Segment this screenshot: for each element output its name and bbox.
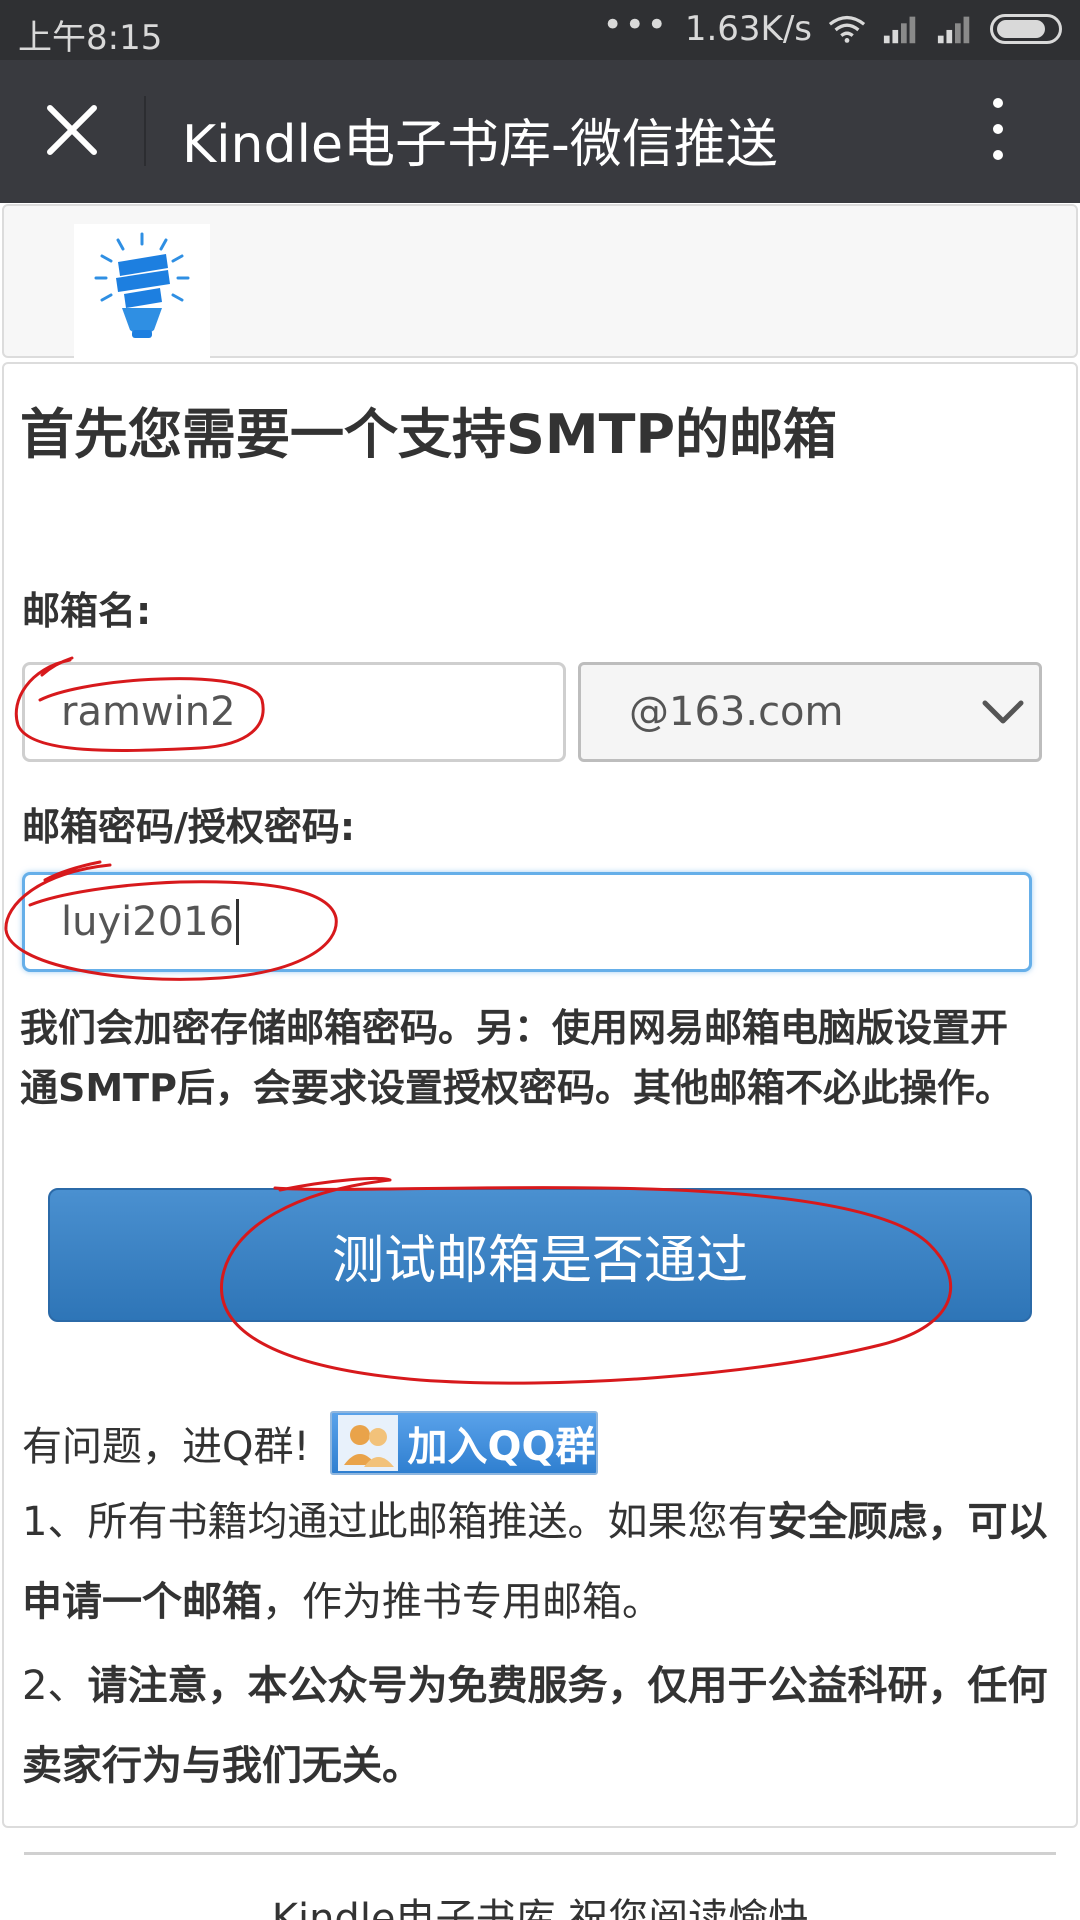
test-email-button[interactable]: 测试邮箱是否通过 bbox=[48, 1188, 1032, 1322]
password-label: 邮箱密码/授权密码: bbox=[22, 805, 356, 849]
footer-text: Kindle电子书库 祝您阅读愉快 bbox=[271, 1896, 809, 1920]
header-card bbox=[2, 204, 1078, 358]
status-time: 上午8:15 bbox=[18, 18, 163, 58]
more-menu-icon[interactable] bbox=[980, 98, 1016, 164]
join-qq-group-button[interactable]: 加入QQ群 bbox=[329, 1411, 598, 1475]
status-icons: ••• 1.63K/s bbox=[603, 5, 1062, 49]
note-2-prefix: 2、 bbox=[22, 1663, 88, 1709]
note-2: 2、请注意，本公众号为免费服务，仅用于公益科研，任何卖家行为与我们无关。 bbox=[22, 1646, 1062, 1806]
title-bar: Kindle电子书库-微信推送 bbox=[0, 60, 1080, 203]
note-1-prefix: 1、所有书籍均通过此邮箱推送。如果您有 bbox=[22, 1499, 768, 1545]
help-text: 我们会加密存储邮箱密码。另：使用网易邮箱电脑版设置开通SMTP后，会要求设置授权… bbox=[20, 1006, 1013, 1110]
password-input[interactable]: luyi2016 bbox=[22, 872, 1032, 972]
email-domain-value: @163.com bbox=[629, 689, 844, 735]
footer-divider bbox=[24, 1852, 1056, 1855]
note-1: 1、所有书籍均通过此邮箱推送。如果您有安全顾虑，可以申请一个邮箱，作为推书专用邮… bbox=[22, 1482, 1062, 1642]
email-name-value: ramwin2 bbox=[61, 689, 236, 735]
more-notifications-icon: ••• bbox=[602, 5, 669, 45]
group-users-icon bbox=[337, 1415, 398, 1471]
battery-icon bbox=[990, 14, 1062, 44]
chevron-down-icon bbox=[982, 700, 1024, 724]
signal-icon-2 bbox=[937, 16, 970, 44]
email-label: 邮箱名: bbox=[22, 589, 152, 633]
page-title: Kindle电子书库-微信推送 bbox=[182, 115, 778, 175]
title-separator bbox=[144, 96, 146, 166]
qq-prompt: 有问题，进Q群! bbox=[22, 1424, 310, 1470]
network-speed: 1.63K/s bbox=[684, 9, 812, 49]
note-1-suffix: ，作为推书专用邮箱。 bbox=[262, 1579, 662, 1625]
join-qq-group-label: 加入QQ群 bbox=[407, 1424, 596, 1470]
status-bar: 上午8:15 ••• 1.63K/s bbox=[0, 0, 1080, 60]
close-icon[interactable] bbox=[40, 98, 104, 162]
email-name-input[interactable]: ramwin2 bbox=[22, 662, 566, 762]
logo bbox=[74, 224, 210, 358]
email-domain-select[interactable]: @163.com bbox=[578, 662, 1042, 762]
text-caret bbox=[236, 899, 240, 945]
page-heading: 首先您需要一个支持SMTP的邮箱 bbox=[20, 403, 838, 466]
note-2-bold: 请注意，本公众号为免费服务，仅用于公益科研，任何卖家行为与我们无关。 bbox=[22, 1663, 1048, 1789]
password-value: luyi2016 bbox=[61, 899, 235, 945]
signal-icon-1 bbox=[883, 16, 916, 44]
lightbulb-logo-icon bbox=[94, 232, 190, 338]
qq-group-row: 有问题，进Q群! 加入QQ群 bbox=[22, 1410, 598, 1476]
wifi-icon bbox=[828, 15, 866, 43]
